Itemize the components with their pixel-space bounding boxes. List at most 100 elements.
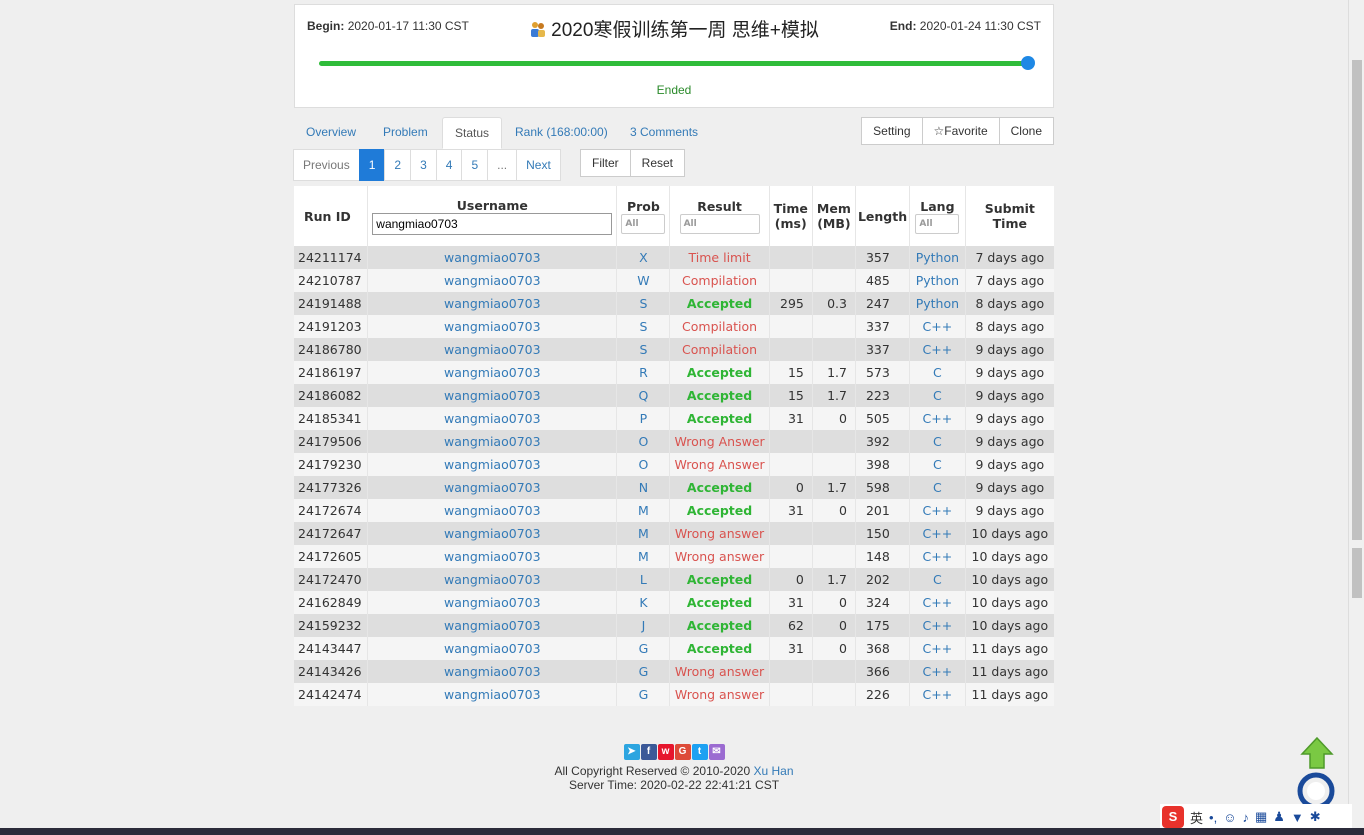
problem-link[interactable]: S bbox=[639, 319, 647, 334]
language-link[interactable]: C bbox=[933, 434, 942, 449]
username-link[interactable]: wangmiao0703 bbox=[444, 595, 541, 610]
username-link[interactable]: wangmiao0703 bbox=[444, 342, 541, 357]
language-link[interactable]: C++ bbox=[923, 319, 953, 334]
language-link[interactable]: C bbox=[933, 572, 942, 587]
problem-link[interactable]: K bbox=[639, 595, 647, 610]
problem-link[interactable]: S bbox=[639, 342, 647, 357]
language-link[interactable]: C++ bbox=[923, 503, 953, 518]
problem-link[interactable]: O bbox=[638, 434, 648, 449]
telegram-icon[interactable]: ➤ bbox=[623, 744, 640, 760]
punctuation-icon[interactable]: •, bbox=[1209, 810, 1217, 825]
scrollbar-thumb-lower[interactable] bbox=[1352, 548, 1362, 598]
next-page-button[interactable]: Next bbox=[516, 149, 561, 181]
problem-link[interactable]: N bbox=[639, 480, 648, 495]
problem-link[interactable]: L bbox=[640, 572, 647, 587]
page-2-button[interactable]: 2 bbox=[384, 149, 412, 181]
weibo-icon[interactable]: w bbox=[657, 744, 674, 760]
back-to-top-icon[interactable] bbox=[1300, 736, 1334, 770]
language-link[interactable]: C++ bbox=[923, 687, 953, 702]
username-link[interactable]: wangmiao0703 bbox=[444, 526, 541, 541]
result-cell[interactable]: Wrong Answer bbox=[669, 430, 770, 453]
favorite-button[interactable]: ☆Favorite bbox=[921, 117, 1000, 145]
language-link[interactable]: C++ bbox=[923, 526, 953, 541]
problem-link[interactable]: G bbox=[639, 641, 649, 656]
tab-rank[interactable]: Rank (168:00:00) bbox=[515, 117, 608, 147]
problem-link[interactable]: Q bbox=[638, 388, 648, 403]
problem-link[interactable]: P bbox=[640, 411, 648, 426]
reset-button[interactable]: Reset bbox=[629, 149, 686, 177]
language-link[interactable]: Python bbox=[916, 273, 959, 288]
problem-link[interactable]: J bbox=[642, 618, 646, 633]
ime-language[interactable]: 英 bbox=[1190, 808, 1203, 827]
result-cell[interactable]: Compilation bbox=[669, 269, 770, 292]
result-cell[interactable]: Wrong answer bbox=[669, 545, 770, 568]
page-5-button[interactable]: 5 bbox=[461, 149, 489, 181]
language-link[interactable]: Python bbox=[916, 250, 959, 265]
email-icon[interactable]: ✉ bbox=[708, 744, 725, 760]
lang-filter-select[interactable]: All bbox=[915, 213, 960, 234]
problem-link[interactable]: S bbox=[639, 296, 647, 311]
page-scrollbar[interactable] bbox=[1348, 0, 1364, 820]
username-link[interactable]: wangmiao0703 bbox=[444, 319, 541, 334]
result-cell[interactable]: Wrong Answer bbox=[669, 453, 770, 476]
username-link[interactable]: wangmiao0703 bbox=[444, 503, 541, 518]
result-filter-select[interactable]: All bbox=[679, 213, 760, 234]
google-icon[interactable]: G bbox=[674, 744, 691, 760]
tab-status[interactable]: Status bbox=[442, 117, 503, 149]
tab-overview[interactable]: Overview bbox=[306, 117, 356, 147]
page-1-button[interactable]: 1 bbox=[358, 149, 386, 181]
username-link[interactable]: wangmiao0703 bbox=[444, 388, 541, 403]
author-link[interactable]: Xu Han bbox=[753, 764, 793, 778]
setting-button[interactable]: Setting bbox=[861, 117, 923, 145]
result-cell[interactable]: Wrong answer bbox=[669, 660, 770, 683]
facebook-icon[interactable]: f bbox=[640, 744, 657, 760]
problem-link[interactable]: G bbox=[639, 687, 649, 702]
language-link[interactable]: Python bbox=[916, 296, 959, 311]
filter-button[interactable]: Filter bbox=[580, 149, 631, 177]
tab-comments[interactable]: 3 Comments bbox=[630, 117, 698, 147]
tools-icon[interactable]: ✱ bbox=[1310, 809, 1321, 825]
username-link[interactable]: wangmiao0703 bbox=[444, 434, 541, 449]
result-cell[interactable]: Wrong answer bbox=[669, 683, 770, 706]
progress-handle[interactable] bbox=[1021, 56, 1035, 70]
language-link[interactable]: C bbox=[933, 365, 942, 380]
prob-filter-select[interactable]: All bbox=[621, 213, 666, 234]
language-link[interactable]: C++ bbox=[923, 549, 953, 564]
problem-link[interactable]: M bbox=[638, 503, 649, 518]
twitter-icon[interactable]: t bbox=[691, 744, 708, 760]
microphone-icon[interactable]: ♪ bbox=[1242, 810, 1249, 825]
sogou-logo-icon[interactable]: S bbox=[1162, 806, 1184, 828]
username-link[interactable]: wangmiao0703 bbox=[444, 296, 541, 311]
language-link[interactable]: C++ bbox=[923, 664, 953, 679]
skin-icon[interactable]: ▼ bbox=[1291, 810, 1304, 825]
problem-link[interactable]: W bbox=[637, 273, 649, 288]
username-link[interactable]: wangmiao0703 bbox=[444, 250, 541, 265]
tab-problem[interactable]: Problem bbox=[383, 117, 428, 147]
username-filter-input[interactable] bbox=[372, 212, 613, 235]
previous-page-button[interactable]: Previous bbox=[293, 149, 360, 181]
user-icon[interactable]: ♟ bbox=[1273, 809, 1285, 825]
page-4-button[interactable]: 4 bbox=[435, 149, 463, 181]
problem-link[interactable]: M bbox=[638, 549, 649, 564]
username-link[interactable]: wangmiao0703 bbox=[444, 687, 541, 702]
language-link[interactable]: C bbox=[933, 480, 942, 495]
result-cell[interactable]: Time limit bbox=[669, 246, 770, 269]
username-link[interactable]: wangmiao0703 bbox=[444, 664, 541, 679]
result-cell[interactable]: Compilation bbox=[669, 338, 770, 361]
problem-link[interactable]: M bbox=[638, 526, 649, 541]
language-link[interactable]: C++ bbox=[923, 342, 953, 357]
page-3-button[interactable]: 3 bbox=[410, 149, 437, 181]
clone-button[interactable]: Clone bbox=[998, 117, 1054, 145]
result-cell[interactable]: Wrong answer bbox=[669, 522, 770, 545]
language-link[interactable]: C bbox=[933, 457, 942, 472]
language-link[interactable]: C bbox=[933, 388, 942, 403]
scrollbar-thumb[interactable] bbox=[1352, 60, 1362, 540]
username-link[interactable]: wangmiao0703 bbox=[444, 411, 541, 426]
language-link[interactable]: C++ bbox=[923, 618, 953, 633]
problem-link[interactable]: G bbox=[639, 664, 649, 679]
keyboard-icon[interactable]: ▦ bbox=[1255, 809, 1267, 825]
problem-link[interactable]: R bbox=[639, 365, 648, 380]
language-link[interactable]: C++ bbox=[923, 641, 953, 656]
username-link[interactable]: wangmiao0703 bbox=[444, 549, 541, 564]
username-link[interactable]: wangmiao0703 bbox=[444, 273, 541, 288]
